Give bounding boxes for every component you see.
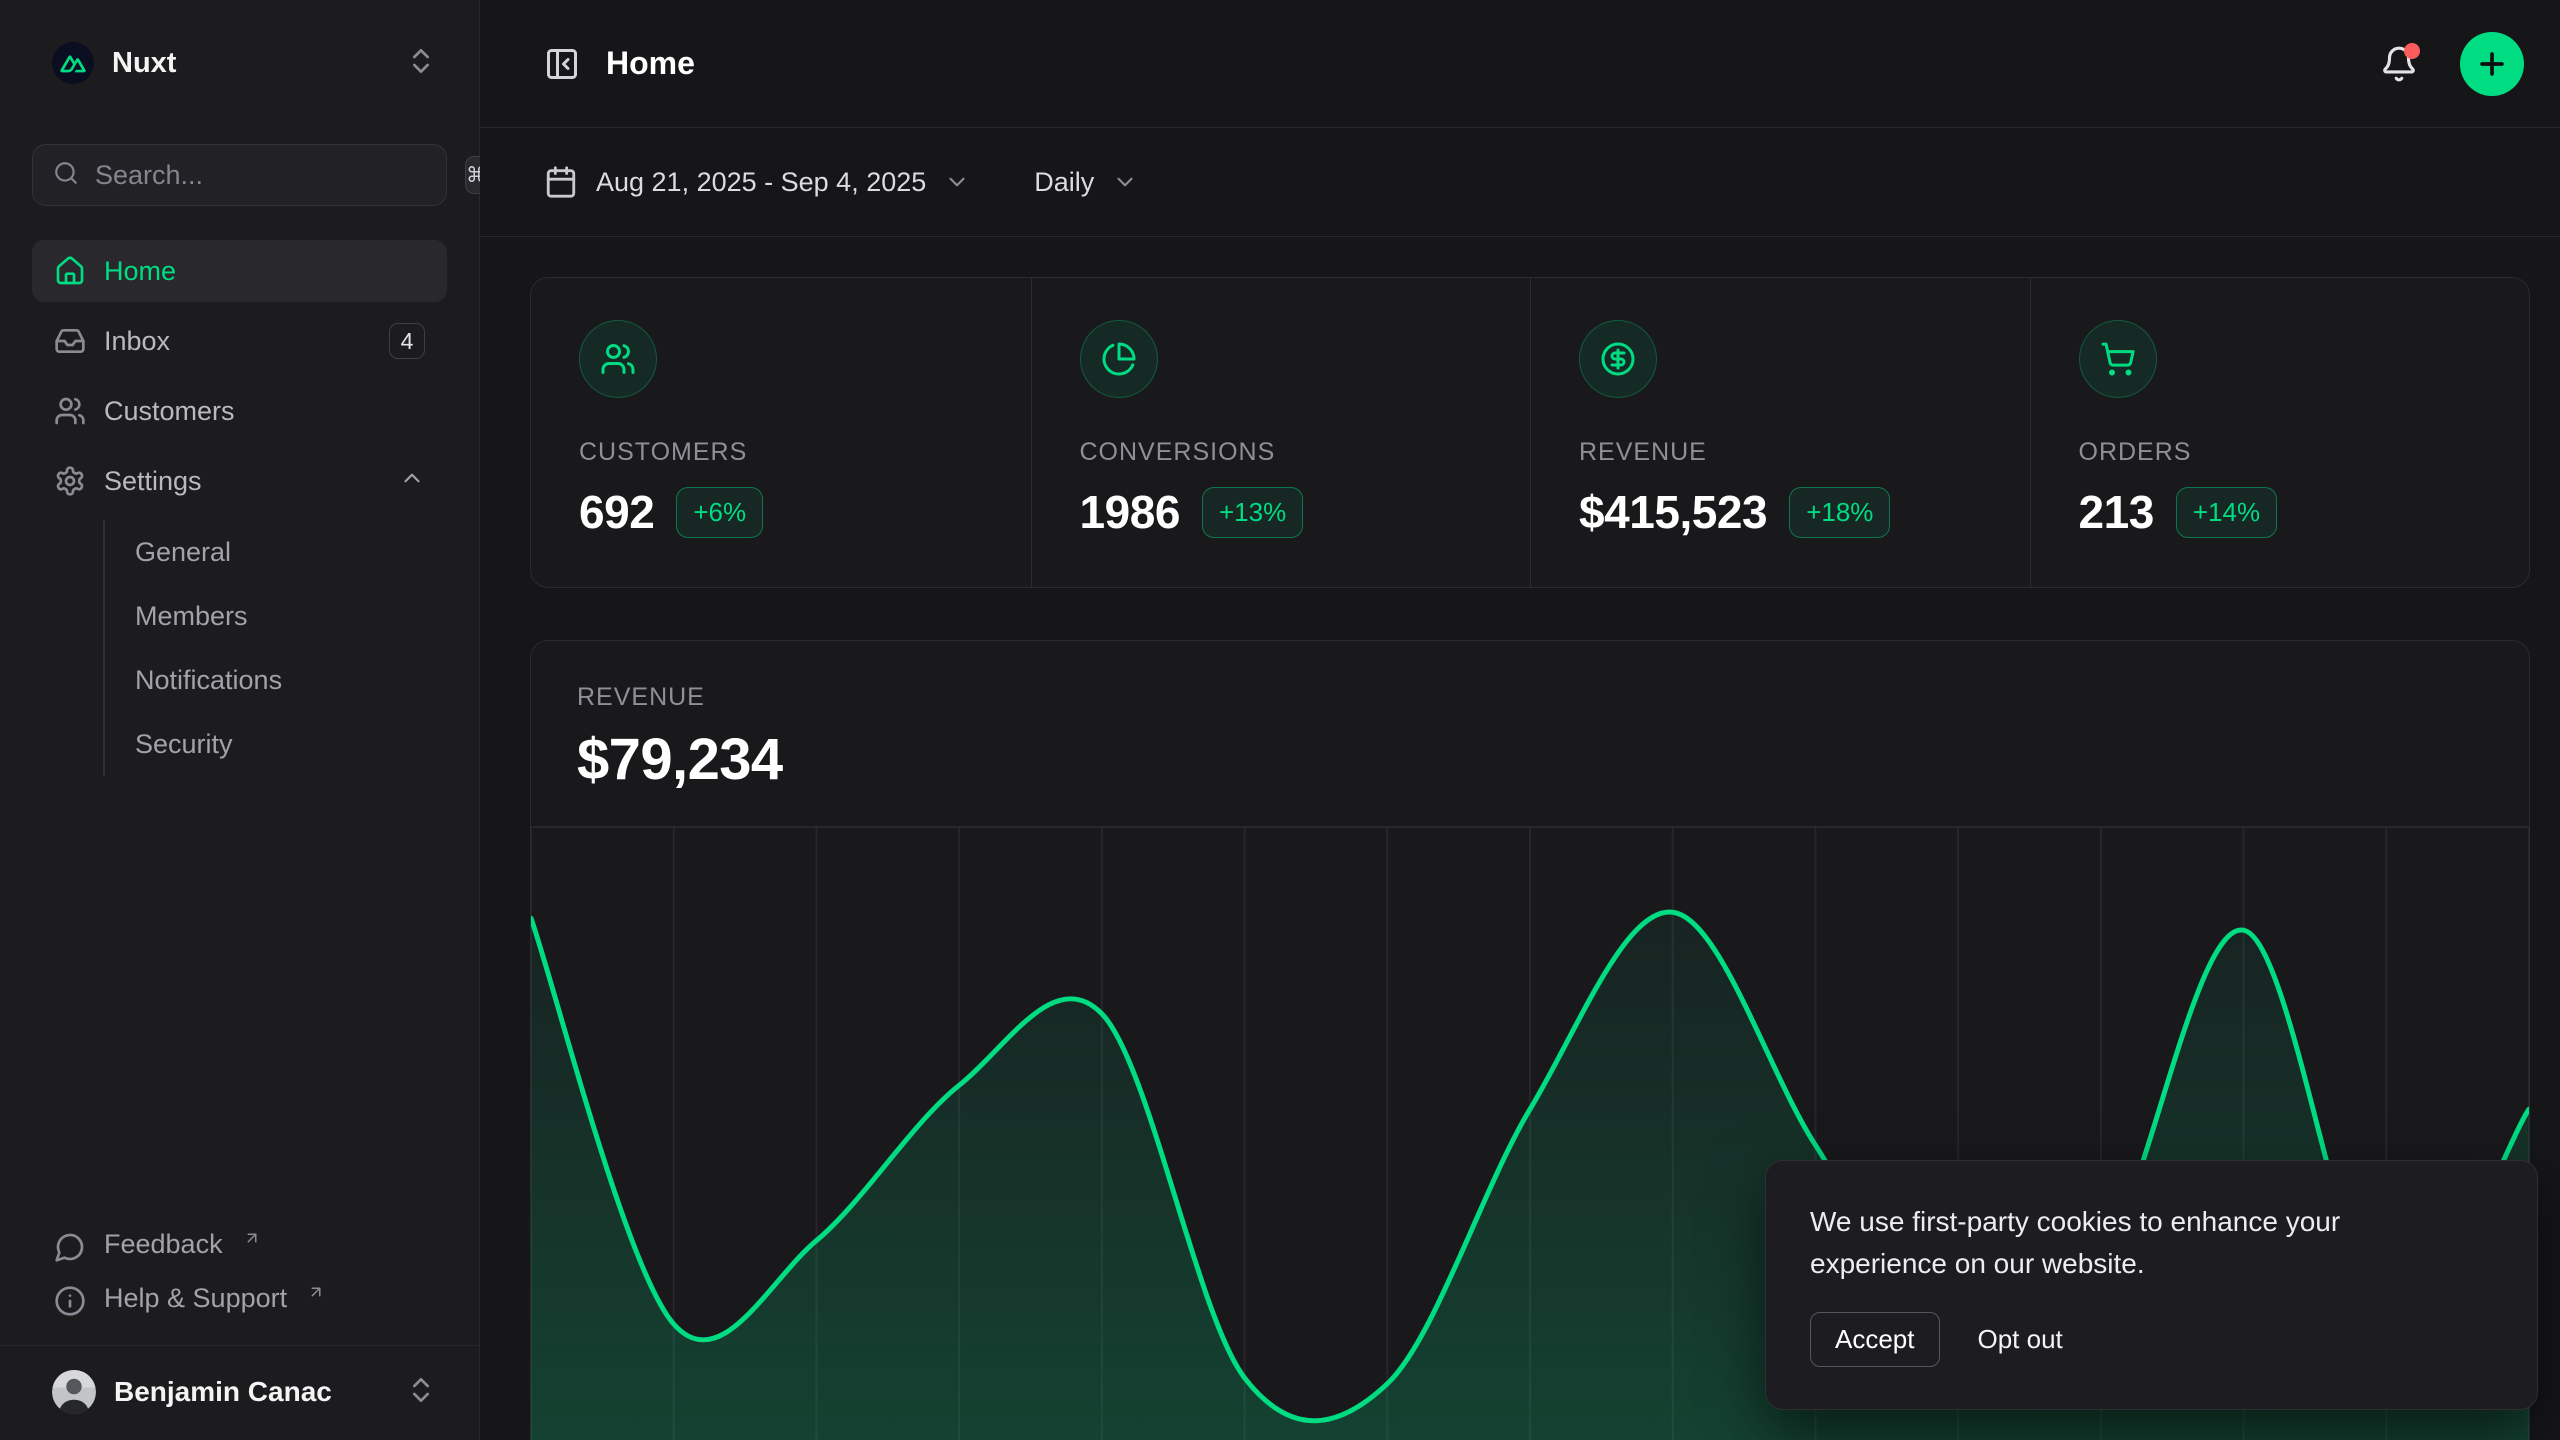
user-menu[interactable]: Benjamin Canac [32,1362,447,1414]
stat-label: CUSTOMERS [579,438,983,467]
workspace-switcher[interactable]: Nuxt [32,42,447,84]
sidebar-nav: Home Inbox 4 Customers Settings General [32,240,447,782]
page-header: Home [480,0,2560,128]
notifications-button[interactable] [2380,45,2418,83]
gear-icon [54,465,86,497]
date-range-picker[interactable]: Aug 21, 2025 - Sep 4, 2025 [544,165,970,199]
sidebar-item-general[interactable]: General [135,520,447,584]
user-name: Benjamin Canac [114,1376,332,1408]
stat-label: ORDERS [2079,438,2482,467]
chevrons-up-down-icon [405,45,437,82]
sidebar-item-notifications[interactable]: Notifications [135,648,447,712]
sidebar-item-label: Settings [104,466,202,497]
sidebar-item-customers[interactable]: Customers [32,380,447,442]
stat-delta-badge: +14% [2176,487,2277,538]
notification-dot [2404,43,2420,59]
add-button[interactable] [2460,32,2524,96]
plus-icon [2475,47,2509,81]
search-input[interactable] [95,160,449,191]
sidebar: Nuxt ⌘ K Home Inbox 4 [0,0,480,1440]
stat-label: REVENUE [1579,438,1982,467]
sidebar-item-label: Home [104,256,176,287]
opt-out-button[interactable]: Opt out [1954,1313,2087,1366]
sidebar-item-label: Inbox [104,326,170,357]
home-icon [54,255,86,287]
external-link-icon [243,1223,261,1254]
stat-value: 692 [579,485,654,539]
stat-customers[interactable]: CUSTOMERS 692 +6% [531,278,1031,587]
search-input-wrap[interactable]: ⌘ K [32,144,447,206]
granularity-select[interactable]: Daily [1034,167,1138,198]
accept-button[interactable]: Accept [1810,1312,1940,1367]
users-icon [54,395,86,427]
nuxt-logo-icon [52,42,94,84]
page-title: Home [606,45,695,82]
stat-revenue[interactable]: REVENUE $415,523 +18% [1530,278,2030,587]
dollar-circle-icon [1579,320,1657,398]
search-icon [53,160,79,191]
help-support-link[interactable]: Help & Support [32,1273,447,1327]
sidebar-item-settings[interactable]: Settings [32,450,447,512]
sidebar-item-inbox[interactable]: Inbox 4 [32,310,447,372]
sidebar-item-security[interactable]: Security [135,712,447,776]
stats-cards: CUSTOMERS 692 +6% CONVERSIONS 1986 +13% [530,277,2530,588]
stat-value: $415,523 [1579,485,1767,539]
revenue-value: $79,234 [577,726,2483,793]
sidebar-item-home[interactable]: Home [32,240,447,302]
stat-value: 213 [2079,485,2154,539]
stat-value: 1986 [1080,485,1181,539]
inbox-count-badge: 4 [389,323,425,359]
stat-delta-badge: +6% [676,487,763,538]
stat-conversions[interactable]: CONVERSIONS 1986 +13% [1031,278,1531,587]
stat-delta-badge: +18% [1789,487,1890,538]
external-link-icon [307,1277,325,1308]
filters-toolbar: Aug 21, 2025 - Sep 4, 2025 Daily [480,128,2560,237]
feedback-link[interactable]: Feedback [32,1219,447,1273]
calendar-icon [544,165,578,199]
sidebar-footer: Feedback Help & Support Benjamin Canac [32,1219,447,1414]
users-icon [579,320,657,398]
chevron-up-icon [399,465,425,498]
avatar [52,1370,96,1414]
workspace-name: Nuxt [112,47,176,80]
cookie-banner: We use first-party cookies to enhance yo… [1765,1160,2538,1410]
sidebar-item-label: Customers [104,396,235,427]
revenue-label: REVENUE [577,683,2483,712]
stat-delta-badge: +13% [1202,487,1303,538]
sidebar-item-members[interactable]: Members [135,584,447,648]
info-circle-icon [54,1285,86,1317]
shopping-cart-icon [2079,320,2157,398]
chevrons-up-down-icon [405,1374,437,1411]
divider [0,1345,479,1346]
header-actions [2380,32,2524,96]
pie-chart-icon [1080,320,1158,398]
message-circle-icon [54,1231,86,1263]
settings-subnav: General Members Notifications Security [103,520,447,776]
stat-label: CONVERSIONS [1080,438,1483,467]
sidebar-toggle-icon[interactable] [544,46,580,82]
inbox-icon [54,325,86,357]
stat-orders[interactable]: ORDERS 213 +14% [2030,278,2530,587]
chevron-down-icon [1112,169,1138,195]
chevron-down-icon [944,169,970,195]
cookie-message: We use first-party cookies to enhance yo… [1810,1201,2470,1284]
